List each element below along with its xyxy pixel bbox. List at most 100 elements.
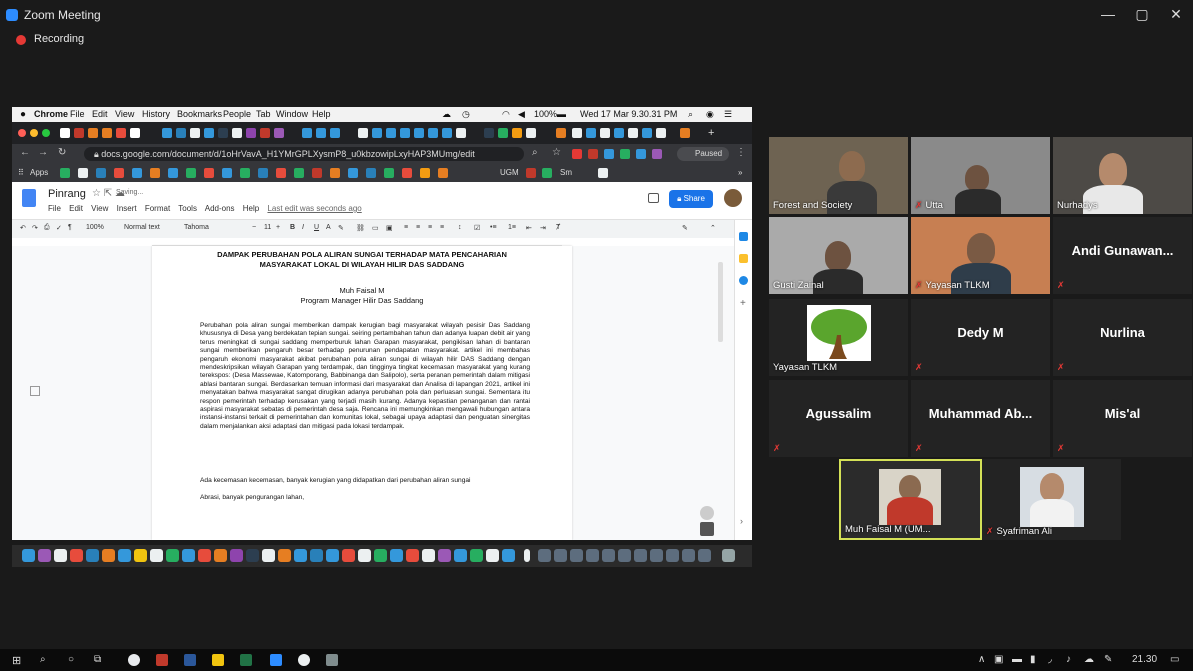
window-minimize-dot-icon[interactable]	[30, 129, 38, 137]
align-center-icon[interactable]: ≡	[416, 224, 420, 231]
dock-app-icon[interactable]	[278, 549, 291, 562]
extension-icon[interactable]	[604, 149, 614, 159]
menubar-file[interactable]: File	[70, 109, 85, 119]
font-size-decrease-icon[interactable]: −	[252, 224, 256, 231]
undo-icon[interactable]: ↶	[20, 224, 26, 232]
dock-app-icon[interactable]	[166, 549, 179, 562]
participant-tile[interactable]: Agussalim ✗	[769, 380, 908, 457]
bookmarks-overflow-icon[interactable]: »	[738, 168, 742, 177]
dock-app-icon[interactable]	[246, 549, 259, 562]
dock-window-icon[interactable]	[666, 549, 679, 562]
tab-favicon-icon[interactable]	[600, 128, 610, 138]
reload-icon[interactable]: ↻	[58, 147, 66, 158]
dock-app-icon[interactable]	[182, 549, 195, 562]
comment-history-icon[interactable]	[648, 193, 659, 203]
tab-favicon-icon[interactable]	[428, 128, 438, 138]
clock-status-icon[interactable]: ◷	[462, 109, 470, 120]
dock-app-icon[interactable]	[230, 549, 243, 562]
tab-favicon-icon[interactable]	[656, 128, 666, 138]
participant-tile[interactable]: Nurhadys	[1053, 137, 1192, 214]
tab-favicon-icon[interactable]	[190, 128, 200, 138]
tab-favicon-icon[interactable]	[572, 128, 582, 138]
bookmark-icon[interactable]	[330, 168, 340, 178]
bookmark-icon[interactable]	[598, 168, 608, 178]
calendar-icon[interactable]	[739, 232, 748, 241]
dock-window-icon[interactable]	[570, 549, 583, 562]
dock-app-icon[interactable]	[70, 549, 83, 562]
tray-app-icon[interactable]: ▣	[994, 654, 1003, 665]
bookmark-sm[interactable]: Sm	[560, 168, 572, 177]
url-input[interactable]: 🔒︎ docs.google.com/document/d/1oHrVavA_H…	[84, 147, 524, 161]
tab-favicon-icon[interactable]	[260, 128, 270, 138]
dock-app-icon[interactable]	[486, 549, 499, 562]
bookmark-icon[interactable]	[258, 168, 268, 178]
menubar-clock[interactable]: Wed 17 Mar 9.30.31 PM	[580, 109, 677, 119]
increase-indent-icon[interactable]: ⇥	[540, 224, 546, 232]
bulleted-list-icon[interactable]: •≡	[490, 224, 497, 231]
keep-icon[interactable]	[739, 254, 748, 263]
bookmark-icon[interactable]	[132, 168, 142, 178]
docs-menu-view[interactable]: View	[91, 204, 108, 213]
dock-app-icon[interactable]	[38, 549, 51, 562]
document-scrollbar[interactable]	[718, 262, 723, 342]
volume-tray-icon[interactable]: ♪	[1066, 654, 1071, 665]
underline-icon[interactable]: U	[314, 224, 319, 231]
extension-icon[interactable]	[572, 149, 582, 159]
dock-app-icon[interactable]	[502, 549, 515, 562]
bookmark-icon[interactable]	[420, 168, 430, 178]
tab-favicon-icon[interactable]	[498, 128, 508, 138]
participant-tile[interactable]: ✗ Syafriman Ali	[982, 459, 1121, 540]
explore-icon[interactable]	[700, 506, 714, 520]
tab-favicon-icon[interactable]	[302, 128, 312, 138]
tab-favicon-icon[interactable]	[130, 128, 140, 138]
taskbar-clock[interactable]: 21.30	[1132, 654, 1157, 665]
battery-percent[interactable]: 100%	[534, 109, 557, 119]
participant-tile[interactable]: Mis'al ✗	[1053, 380, 1192, 457]
tab-favicon-icon[interactable]	[442, 128, 452, 138]
tab-favicon-icon[interactable]	[386, 128, 396, 138]
new-tab-icon[interactable]: +	[708, 127, 714, 139]
bookmark-icon[interactable]	[402, 168, 412, 178]
dock-app-icon[interactable]	[374, 549, 387, 562]
bookmark-icon[interactable]	[186, 168, 196, 178]
task-view-icon[interactable]: ⧉	[94, 654, 101, 665]
dock-app-icon[interactable]	[214, 549, 227, 562]
participant-tile-active-speaker[interactable]: Muh Faisal M (UM...	[839, 459, 982, 540]
menubar-bookmarks[interactable]: Bookmarks	[177, 109, 222, 119]
tab-favicon-icon[interactable]	[74, 128, 84, 138]
italic-icon[interactable]: I	[302, 224, 304, 231]
app-taskbar-icon[interactable]	[326, 654, 338, 666]
extension-icon[interactable]	[636, 149, 646, 159]
word-taskbar-icon[interactable]	[184, 654, 196, 666]
dock-window-icon[interactable]	[618, 549, 631, 562]
participant-tile[interactable]: ✗ Yayasan TLKM	[911, 217, 1050, 294]
participant-tile[interactable]: Forest and Society	[769, 137, 908, 214]
dock-app-icon[interactable]	[310, 549, 323, 562]
dock-app-icon[interactable]	[102, 549, 115, 562]
extension-icon[interactable]	[588, 149, 598, 159]
tab-favicon-icon[interactable]	[680, 128, 690, 138]
text-color-icon[interactable]: A	[326, 224, 331, 231]
numbered-list-icon[interactable]: 1≡	[508, 224, 516, 231]
tab-favicon-icon[interactable]	[246, 128, 256, 138]
docs-logo-icon[interactable]	[22, 189, 36, 207]
action-center-icon[interactable]: ▭	[1170, 654, 1179, 665]
bookmark-icon[interactable]	[150, 168, 160, 178]
participant-tile[interactable]: Muhammad Ab... ✗	[911, 380, 1050, 457]
spotlight-icon[interactable]: ⌕	[688, 109, 693, 120]
menubar-history[interactable]: History	[142, 109, 170, 119]
link-icon[interactable]: ⛓	[356, 224, 365, 232]
dock-window-icon[interactable]	[698, 549, 711, 562]
account-avatar[interactable]	[724, 189, 742, 207]
dock-window-icon[interactable]	[538, 549, 551, 562]
dock-app-icon[interactable]	[406, 549, 419, 562]
docs-menu-format[interactable]: Format	[145, 204, 170, 213]
tab-favicon-icon[interactable]	[102, 128, 112, 138]
tab-favicon-icon[interactable]	[642, 128, 652, 138]
tab-favicon-icon[interactable]	[358, 128, 368, 138]
minimize-button[interactable]: —	[1098, 6, 1118, 22]
bookmark-ugm[interactable]: UGM	[500, 168, 519, 177]
spellcheck-icon[interactable]: ✓	[56, 224, 62, 232]
extension-icon[interactable]	[652, 149, 662, 159]
participant-tile[interactable]: ✗ Utta	[911, 137, 1050, 214]
